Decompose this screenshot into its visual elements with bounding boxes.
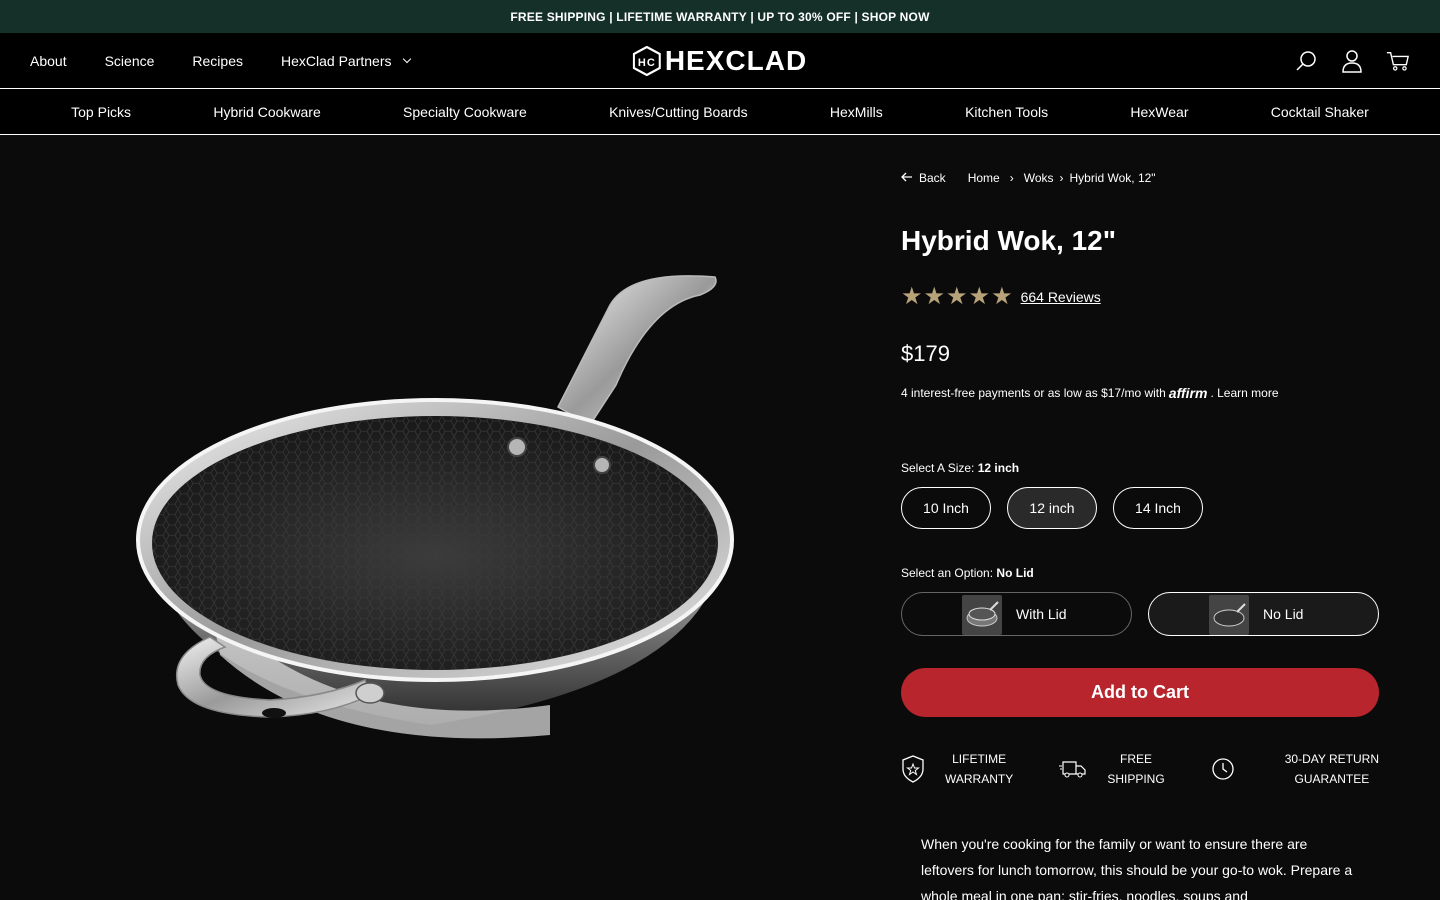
category-nav: Top Picks Hybrid Cookware Specialty Cook… <box>0 89 1440 135</box>
star-icon: ★ <box>923 283 946 310</box>
promo-text[interactable]: FREE SHIPPING | LIFETIME WARRANTY | UP T… <box>510 10 929 24</box>
option-selected-value: No Lid <box>996 566 1034 580</box>
option-no-lid-label: No Lid <box>1263 606 1304 622</box>
star-icon: ★ <box>946 283 968 310</box>
breadcrumb-home[interactable]: Home <box>968 171 1000 185</box>
rating-stars: ★ ★ ★ ★ ★ <box>901 285 1013 309</box>
star-icon: ★ <box>991 283 1013 310</box>
product-rating: ★ ★ ★ ★ ★ 664 Reviews <box>901 285 1379 309</box>
option-label: Select an Option: No Lid <box>901 566 1379 580</box>
with-lid-thumbnail <box>962 595 1002 635</box>
perk-returns-line1: 30-DAY RETURN <box>1284 752 1379 766</box>
perk-shipping-text: FREE SHIPPING <box>1107 749 1164 789</box>
affirm-learn-more[interactable]: . Learn more <box>1210 386 1278 400</box>
product-details: Back Home › Woks › Hybrid Wok, 12" Hybri… <box>901 169 1379 900</box>
category-hexwear[interactable]: HexWear <box>1130 104 1188 120</box>
product-price: $179 <box>901 341 950 366</box>
product-perks: LIFETIME WARRANTY FREE SHIPPING 30-DAY R… <box>901 749 1379 789</box>
perk-shipping: FREE SHIPPING <box>1059 749 1165 789</box>
add-to-cart-button[interactable]: Add to Cart <box>901 668 1379 717</box>
perk-returns-line2: GUARANTEE <box>1294 772 1370 786</box>
affirm-text: 4 interest-free payments or as low as $1… <box>901 386 1166 400</box>
reviews-link[interactable]: 664 Reviews <box>1021 289 1101 305</box>
cart-icon[interactable] <box>1386 49 1410 73</box>
size-label: Select A Size: 12 inch <box>901 461 1379 475</box>
size-option-14[interactable]: 14 Inch <box>1113 487 1203 529</box>
perk-warranty-text: LIFETIME WARRANTY <box>945 749 1013 789</box>
option-label-text: Select an Option: <box>901 566 994 580</box>
category-kitchen-tools[interactable]: Kitchen Tools <box>965 104 1048 120</box>
perk-shipping-line1: FREE <box>1119 752 1152 766</box>
header-actions <box>1294 49 1410 73</box>
product-image[interactable] <box>130 265 750 755</box>
truck-icon <box>1059 761 1086 778</box>
perk-returns-text: 30-DAY RETURN GUARANTEE <box>1285 749 1379 789</box>
option-no-lid[interactable]: No Lid <box>1148 592 1379 636</box>
breadcrumb-separator-icon: › <box>1009 171 1014 185</box>
category-hybrid-cookware[interactable]: Hybrid Cookware <box>213 104 320 120</box>
star-icon: ★ <box>968 283 991 310</box>
product-description: When you're cooking for the family or wa… <box>921 836 1353 900</box>
product-page: Back Home › Woks › Hybrid Wok, 12" Hybri… <box>0 135 1440 900</box>
affirm-message: 4 interest-free payments or as low as $1… <box>901 385 1379 401</box>
nav-partners[interactable]: HexClad Partners <box>281 52 411 69</box>
nav-partners-label: HexClad Partners <box>281 52 392 69</box>
breadcrumb-current: Hybrid Wok, 12" <box>1069 171 1156 185</box>
chevron-down-icon <box>402 54 411 63</box>
category-knives[interactable]: Knives/Cutting Boards <box>609 104 748 120</box>
shield-star-icon <box>902 755 924 783</box>
perk-shipping-line2: SHIPPING <box>1107 772 1165 786</box>
option-selector: With Lid No Lid <box>901 592 1379 636</box>
category-top-picks[interactable]: Top Picks <box>71 104 131 120</box>
nav-science[interactable]: Science <box>105 53 155 69</box>
account-icon[interactable] <box>1340 49 1364 73</box>
category-specialty-cookware[interactable]: Specialty Cookware <box>403 104 527 120</box>
promo-bar[interactable]: FREE SHIPPING | LIFETIME WARRANTY | UP T… <box>0 0 1440 33</box>
size-option-10[interactable]: 10 Inch <box>901 487 991 529</box>
star-icon: ★ <box>901 283 923 310</box>
back-arrow-icon[interactable] <box>901 171 913 185</box>
product-title: Hybrid Wok, 12" <box>901 225 1117 256</box>
size-selected-value: 12 inch <box>977 461 1020 475</box>
logo[interactable]: HC HEXCLAD <box>632 44 808 77</box>
breadcrumb-back[interactable]: Back <box>919 171 946 185</box>
perk-returns: 30-DAY RETURN GUARANTEE <box>1211 749 1379 789</box>
clock-icon <box>1212 758 1234 780</box>
breadcrumb-woks[interactable]: Woks <box>1024 171 1054 185</box>
breadcrumb: Back Home › Woks › Hybrid Wok, 12" <box>901 169 1379 187</box>
perk-warranty: LIFETIME WARRANTY <box>901 749 1013 789</box>
perk-warranty-line1: LIFETIME <box>952 752 1007 766</box>
option-with-lid[interactable]: With Lid <box>901 592 1132 636</box>
size-label-text: Select A Size: <box>901 461 975 475</box>
perk-warranty-line2: WARRANTY <box>945 772 1014 786</box>
svg-text:HC: HC <box>638 57 656 69</box>
breadcrumb-separator-icon: › <box>1059 171 1064 185</box>
primary-nav: About Science Recipes HexClad Partners <box>30 52 411 69</box>
header: About Science Recipes HexClad Partners H… <box>0 33 1440 89</box>
size-selector: 10 Inch 12 inch 14 Inch <box>901 487 1379 529</box>
no-lid-thumbnail <box>1209 595 1249 635</box>
logo-text: HEXCLAD <box>664 44 808 76</box>
nav-recipes[interactable]: Recipes <box>192 53 243 69</box>
category-cocktail-shaker[interactable]: Cocktail Shaker <box>1271 104 1369 120</box>
search-icon[interactable] <box>1294 49 1318 73</box>
affirm-logo: affirm <box>1168 385 1208 401</box>
category-hexmills[interactable]: HexMills <box>830 104 883 120</box>
size-option-12[interactable]: 12 inch <box>1007 487 1097 529</box>
option-with-lid-label: With Lid <box>1016 606 1067 622</box>
nav-about[interactable]: About <box>30 53 67 69</box>
hexclad-logo-icon: HC <box>632 45 661 76</box>
